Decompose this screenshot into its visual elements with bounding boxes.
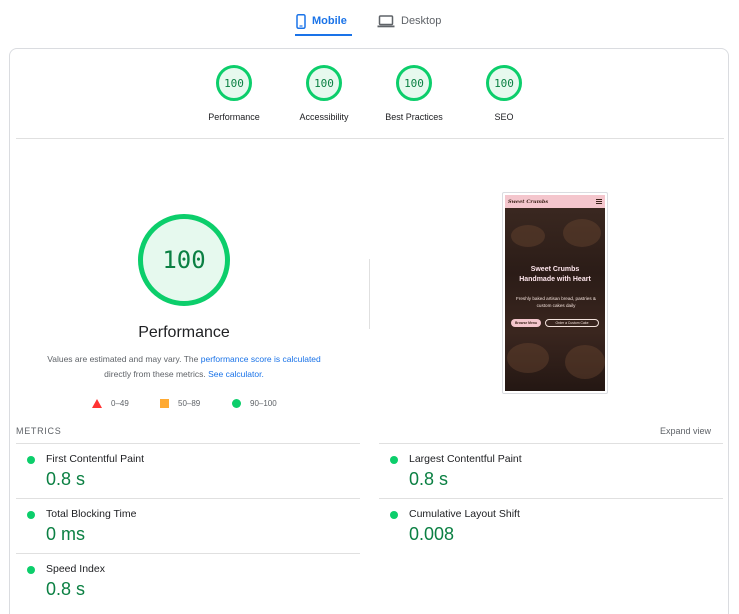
metric-cumulative-layout-shift: Cumulative Layout Shift 0.008 <box>379 498 723 553</box>
metric-value: 0.008 <box>409 524 455 544</box>
device-tabs: Mobile Desktop <box>0 0 739 40</box>
gauges-divider <box>16 138 724 139</box>
pass-circle-icon <box>232 398 241 408</box>
screenshot-button-primary: Browse Menu <box>511 319 541 327</box>
final-screenshot[interactable]: Sweet Crumbs Sweet Crumbs Handmade with … <box>502 192 608 394</box>
metric-largest-contentful-paint: Largest Contentful Paint 0.8 s <box>379 443 723 498</box>
category-gauges: 100 Performance 100 Accessibility 100 Be… <box>10 49 728 139</box>
gauge-performance[interactable]: 100 Performance <box>189 65 279 122</box>
pass-circle-icon <box>390 511 398 519</box>
smartphone-icon <box>296 13 306 29</box>
gauge-seo[interactable]: 100 SEO <box>459 65 549 122</box>
metric-total-blocking-time: Total Blocking Time 0 ms <box>16 498 360 553</box>
screenshot-brand: Sweet Crumbs <box>508 198 549 205</box>
gauge-best-practices-score: 100 <box>396 65 432 101</box>
note-text-2: directly from these metrics. <box>104 369 209 379</box>
metrics-heading: METRICS <box>16 426 62 436</box>
legend-average-label: 50–89 <box>178 398 201 408</box>
metric-name: First Contentful Paint <box>46 453 145 465</box>
legend-fail-label: 0–49 <box>111 398 129 408</box>
metric-value: 0.8 s <box>409 469 449 489</box>
legend-average: 50–89 <box>160 397 200 409</box>
gauge-seo-score: 100 <box>486 65 522 101</box>
tab-mobile[interactable]: Mobile <box>296 6 352 36</box>
legend-pass-label: 90–100 <box>250 398 277 408</box>
metric-value: 0 ms <box>46 524 86 544</box>
screenshot-subtext: Freshly baked artisan bread, pastries & … <box>516 296 596 308</box>
legend-pass: 90–100 <box>232 397 277 409</box>
bakery-photo-shape <box>511 225 545 247</box>
tab-mobile-label: Mobile <box>312 15 347 27</box>
performance-note: Values are estimated and may vary. The p… <box>24 352 344 382</box>
gauge-best-practices-label: Best Practices <box>385 112 443 122</box>
hamburger-menu-icon <box>596 199 602 204</box>
vertical-divider <box>369 259 370 329</box>
bakery-photo-shape <box>563 219 601 247</box>
active-tab-indicator <box>295 34 352 36</box>
pass-circle-icon <box>27 566 35 574</box>
screenshot-page: Sweet Crumbs Sweet Crumbs Handmade with … <box>505 195 605 391</box>
bakery-photo-shape <box>565 345 605 379</box>
laptop-icon <box>377 14 395 28</box>
pass-circle-icon <box>27 511 35 519</box>
gauge-performance-label: Performance <box>208 112 260 122</box>
expand-view-button[interactable]: Expand view <box>660 426 711 436</box>
see-calculator-link[interactable]: See calculator. <box>208 369 264 379</box>
tab-desktop-label: Desktop <box>401 15 442 27</box>
metric-speed-index: Speed Index 0.8 s <box>16 553 360 608</box>
gauge-performance-score: 100 <box>216 65 252 101</box>
pass-circle-icon <box>27 456 35 464</box>
note-text-1: Values are estimated and may vary. The <box>47 354 201 364</box>
metric-name: Speed Index <box>46 563 105 575</box>
gauge-best-practices[interactable]: 100 Best Practices <box>369 65 459 122</box>
screenshot-headline-2: Handmade with Heart <box>519 276 591 283</box>
screenshot-headline-1: Sweet Crumbs <box>530 266 580 273</box>
metric-name: Largest Contentful Paint <box>409 453 522 465</box>
gauge-accessibility[interactable]: 100 Accessibility <box>279 65 369 122</box>
pass-circle-icon <box>390 456 398 464</box>
performance-title: Performance <box>138 324 230 341</box>
legend-fail: 0–49 <box>92 397 129 409</box>
metric-value: 0.8 s <box>46 469 86 489</box>
metric-first-contentful-paint: First Contentful Paint 0.8 s <box>16 443 360 498</box>
screenshot-headline: Sweet Crumbs Handmade with Heart <box>505 265 605 285</box>
screenshot-button-secondary: Order a Custom Cake <box>545 319 599 327</box>
gauge-seo-label: SEO <box>494 112 514 122</box>
bakery-photo-shape <box>507 343 549 373</box>
average-square-icon <box>160 398 169 408</box>
metric-value: 0.8 s <box>46 579 86 599</box>
performance-score-link[interactable]: performance score is calculated <box>201 354 321 364</box>
metric-name: Total Blocking Time <box>46 508 137 520</box>
screenshot-header: Sweet Crumbs <box>505 195 605 208</box>
gauge-accessibility-label: Accessibility <box>299 112 349 122</box>
fail-triangle-icon <box>92 398 102 408</box>
gauge-accessibility-score: 100 <box>306 65 342 101</box>
performance-score-gauge: 100 <box>138 214 230 306</box>
tab-desktop[interactable]: Desktop <box>377 6 447 36</box>
metric-name: Cumulative Layout Shift <box>409 508 520 520</box>
